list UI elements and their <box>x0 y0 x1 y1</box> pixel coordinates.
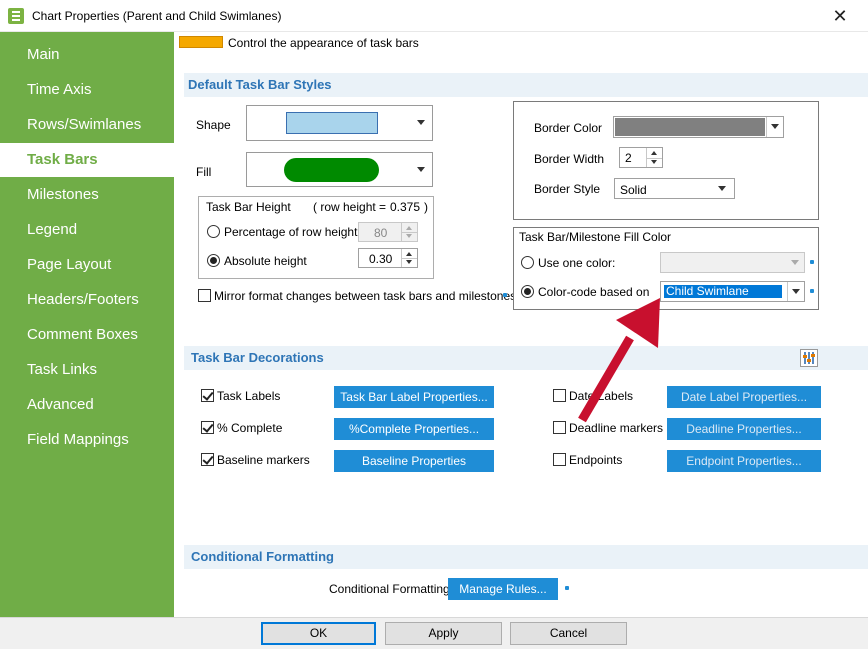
one-color-dropdown[interactable] <box>660 252 805 273</box>
spin-up-icon <box>651 151 657 155</box>
task-labels-label: Task Labels <box>217 389 281 403</box>
chevron-down-icon <box>417 166 425 172</box>
fill-dropdown[interactable] <box>246 152 433 187</box>
date-label-properties-button[interactable]: Date Label Properties... <box>667 386 821 408</box>
endpoints-label: Endpoints <box>569 453 623 467</box>
chevron-down-icon <box>718 185 726 191</box>
fill-label: Fill <box>196 165 212 179</box>
absolute-radio[interactable] <box>207 254 220 267</box>
absolute-stepper[interactable]: 0.30 <box>358 248 418 268</box>
border-width-label: Border Width <box>534 152 605 166</box>
window-title: Chart Properties (Parent and Child Swiml… <box>32 9 282 23</box>
border-color-label: Border Color <box>534 121 603 135</box>
border-color-swatch <box>615 118 765 136</box>
baseline-checkbox[interactable] <box>201 453 214 466</box>
sidebar-item-milestones[interactable]: Milestones <box>0 178 174 212</box>
sidebar-item-headers-footers[interactable]: Headers/Footers <box>0 283 174 317</box>
absolute-value: 0.30 <box>369 252 393 266</box>
info-dot-icon <box>565 586 569 590</box>
percentage-value: 80 <box>374 226 388 240</box>
apply-button[interactable]: Apply <box>385 622 502 645</box>
annotation-arrow-icon <box>578 298 660 423</box>
spin-down-icon <box>406 234 412 238</box>
chevron-down-icon <box>791 259 799 265</box>
chevron-down-icon <box>417 120 425 125</box>
use-one-color-label: Use one color: <box>538 256 616 270</box>
hint-text: Control the appearance of task bars <box>228 36 419 50</box>
section-title: Task Bar Decorations <box>191 350 324 365</box>
percentage-radio[interactable] <box>207 225 220 238</box>
color-code-radio[interactable] <box>521 285 534 298</box>
border-width-value: 2 <box>625 151 632 165</box>
conditional-formatting-label: Conditional Formatting <box>329 582 450 596</box>
sidebar-item-page-layout[interactable]: Page Layout <box>0 248 174 282</box>
section-decorations: Task Bar Decorations <box>184 346 868 370</box>
task-labels-checkbox[interactable] <box>201 389 214 402</box>
spin-up-icon <box>406 226 412 230</box>
deadline-properties-button[interactable]: Deadline Properties... <box>667 418 821 440</box>
section-default-styles: Default Task Bar Styles <box>184 73 868 97</box>
ok-button[interactable]: OK <box>261 622 376 645</box>
manage-rules-button[interactable]: Manage Rules... <box>448 578 558 600</box>
border-width-stepper[interactable]: 2 <box>619 147 663 168</box>
spin-up-icon <box>406 252 412 256</box>
sidebar-item-legend[interactable]: Legend <box>0 213 174 247</box>
spin-down-icon <box>406 260 412 264</box>
chevron-down-icon <box>792 288 800 294</box>
task-bar-height-title: Task Bar Height <box>206 200 291 214</box>
sidebar-item-task-links[interactable]: Task Links <box>0 353 174 387</box>
baseline-label: Baseline markers <box>217 453 310 467</box>
percent-complete-label: % Complete <box>217 421 283 435</box>
task-bar-label-properties-button[interactable]: Task Bar Label Properties... <box>334 386 494 408</box>
sidebar-item-task-bars[interactable]: Task Bars <box>0 143 174 177</box>
sidebar-item-time-axis[interactable]: Time Axis <box>0 73 174 107</box>
shape-dropdown[interactable] <box>246 105 433 141</box>
info-dot-icon <box>503 293 507 297</box>
section-title: Conditional Formatting <box>191 549 334 564</box>
mirror-checkbox[interactable] <box>198 289 211 302</box>
percent-complete-checkbox[interactable] <box>201 421 214 434</box>
task-bar-swatch-icon <box>179 36 223 48</box>
border-style-label: Border Style <box>534 182 601 196</box>
use-one-color-radio[interactable] <box>521 256 534 269</box>
endpoint-properties-button[interactable]: Endpoint Properties... <box>667 450 821 472</box>
sidebar-item-rows-swimlanes[interactable]: Rows/Swimlanes <box>0 108 174 142</box>
color-code-value: Child Swimlane <box>664 285 782 298</box>
baseline-properties-button[interactable]: Baseline Properties <box>334 450 494 472</box>
chevron-down-icon <box>771 124 779 129</box>
cancel-button[interactable]: Cancel <box>510 622 627 645</box>
percentage-label: Percentage of row height <box>224 225 358 239</box>
sidebar: Main Time Axis Rows/Swimlanes Task Bars … <box>0 32 174 617</box>
border-color-dropdown[interactable] <box>613 116 784 138</box>
section-title: Default Task Bar Styles <box>188 77 332 92</box>
close-icon[interactable]: ✕ <box>826 4 854 28</box>
section-conditional-formatting: Conditional Formatting <box>184 545 868 569</box>
sidebar-item-advanced[interactable]: Advanced <box>0 388 174 422</box>
shape-preview <box>286 112 378 134</box>
row-height-close: ) <box>424 200 428 214</box>
absolute-label: Absolute height <box>224 254 307 268</box>
border-style-value: Solid <box>620 183 647 197</box>
info-dot-icon <box>810 260 814 264</box>
shape-label: Shape <box>196 118 231 132</box>
mirror-label: Mirror format changes between task bars … <box>214 289 517 303</box>
app-icon <box>8 8 24 24</box>
sidebar-item-field-mappings[interactable]: Field Mappings <box>0 423 174 457</box>
color-code-dropdown[interactable]: Child Swimlane <box>660 281 805 302</box>
fill-preview <box>284 158 379 182</box>
settings-sliders-icon[interactable] <box>800 349 818 367</box>
fill-color-group-title: Task Bar/Milestone Fill Color <box>519 230 672 244</box>
border-style-dropdown[interactable]: Solid <box>614 178 735 199</box>
sidebar-item-comment-boxes[interactable]: Comment Boxes <box>0 318 174 352</box>
endpoints-checkbox[interactable] <box>553 453 566 466</box>
percentage-stepper[interactable]: 80 <box>358 222 418 242</box>
row-height-text: ( row height = <box>313 200 387 214</box>
sidebar-item-main[interactable]: Main <box>0 38 174 72</box>
row-height-value: 0.375 <box>390 200 421 214</box>
spin-down-icon <box>651 160 657 164</box>
info-dot-icon <box>810 289 814 293</box>
percent-complete-properties-button[interactable]: %Complete Properties... <box>334 418 494 440</box>
